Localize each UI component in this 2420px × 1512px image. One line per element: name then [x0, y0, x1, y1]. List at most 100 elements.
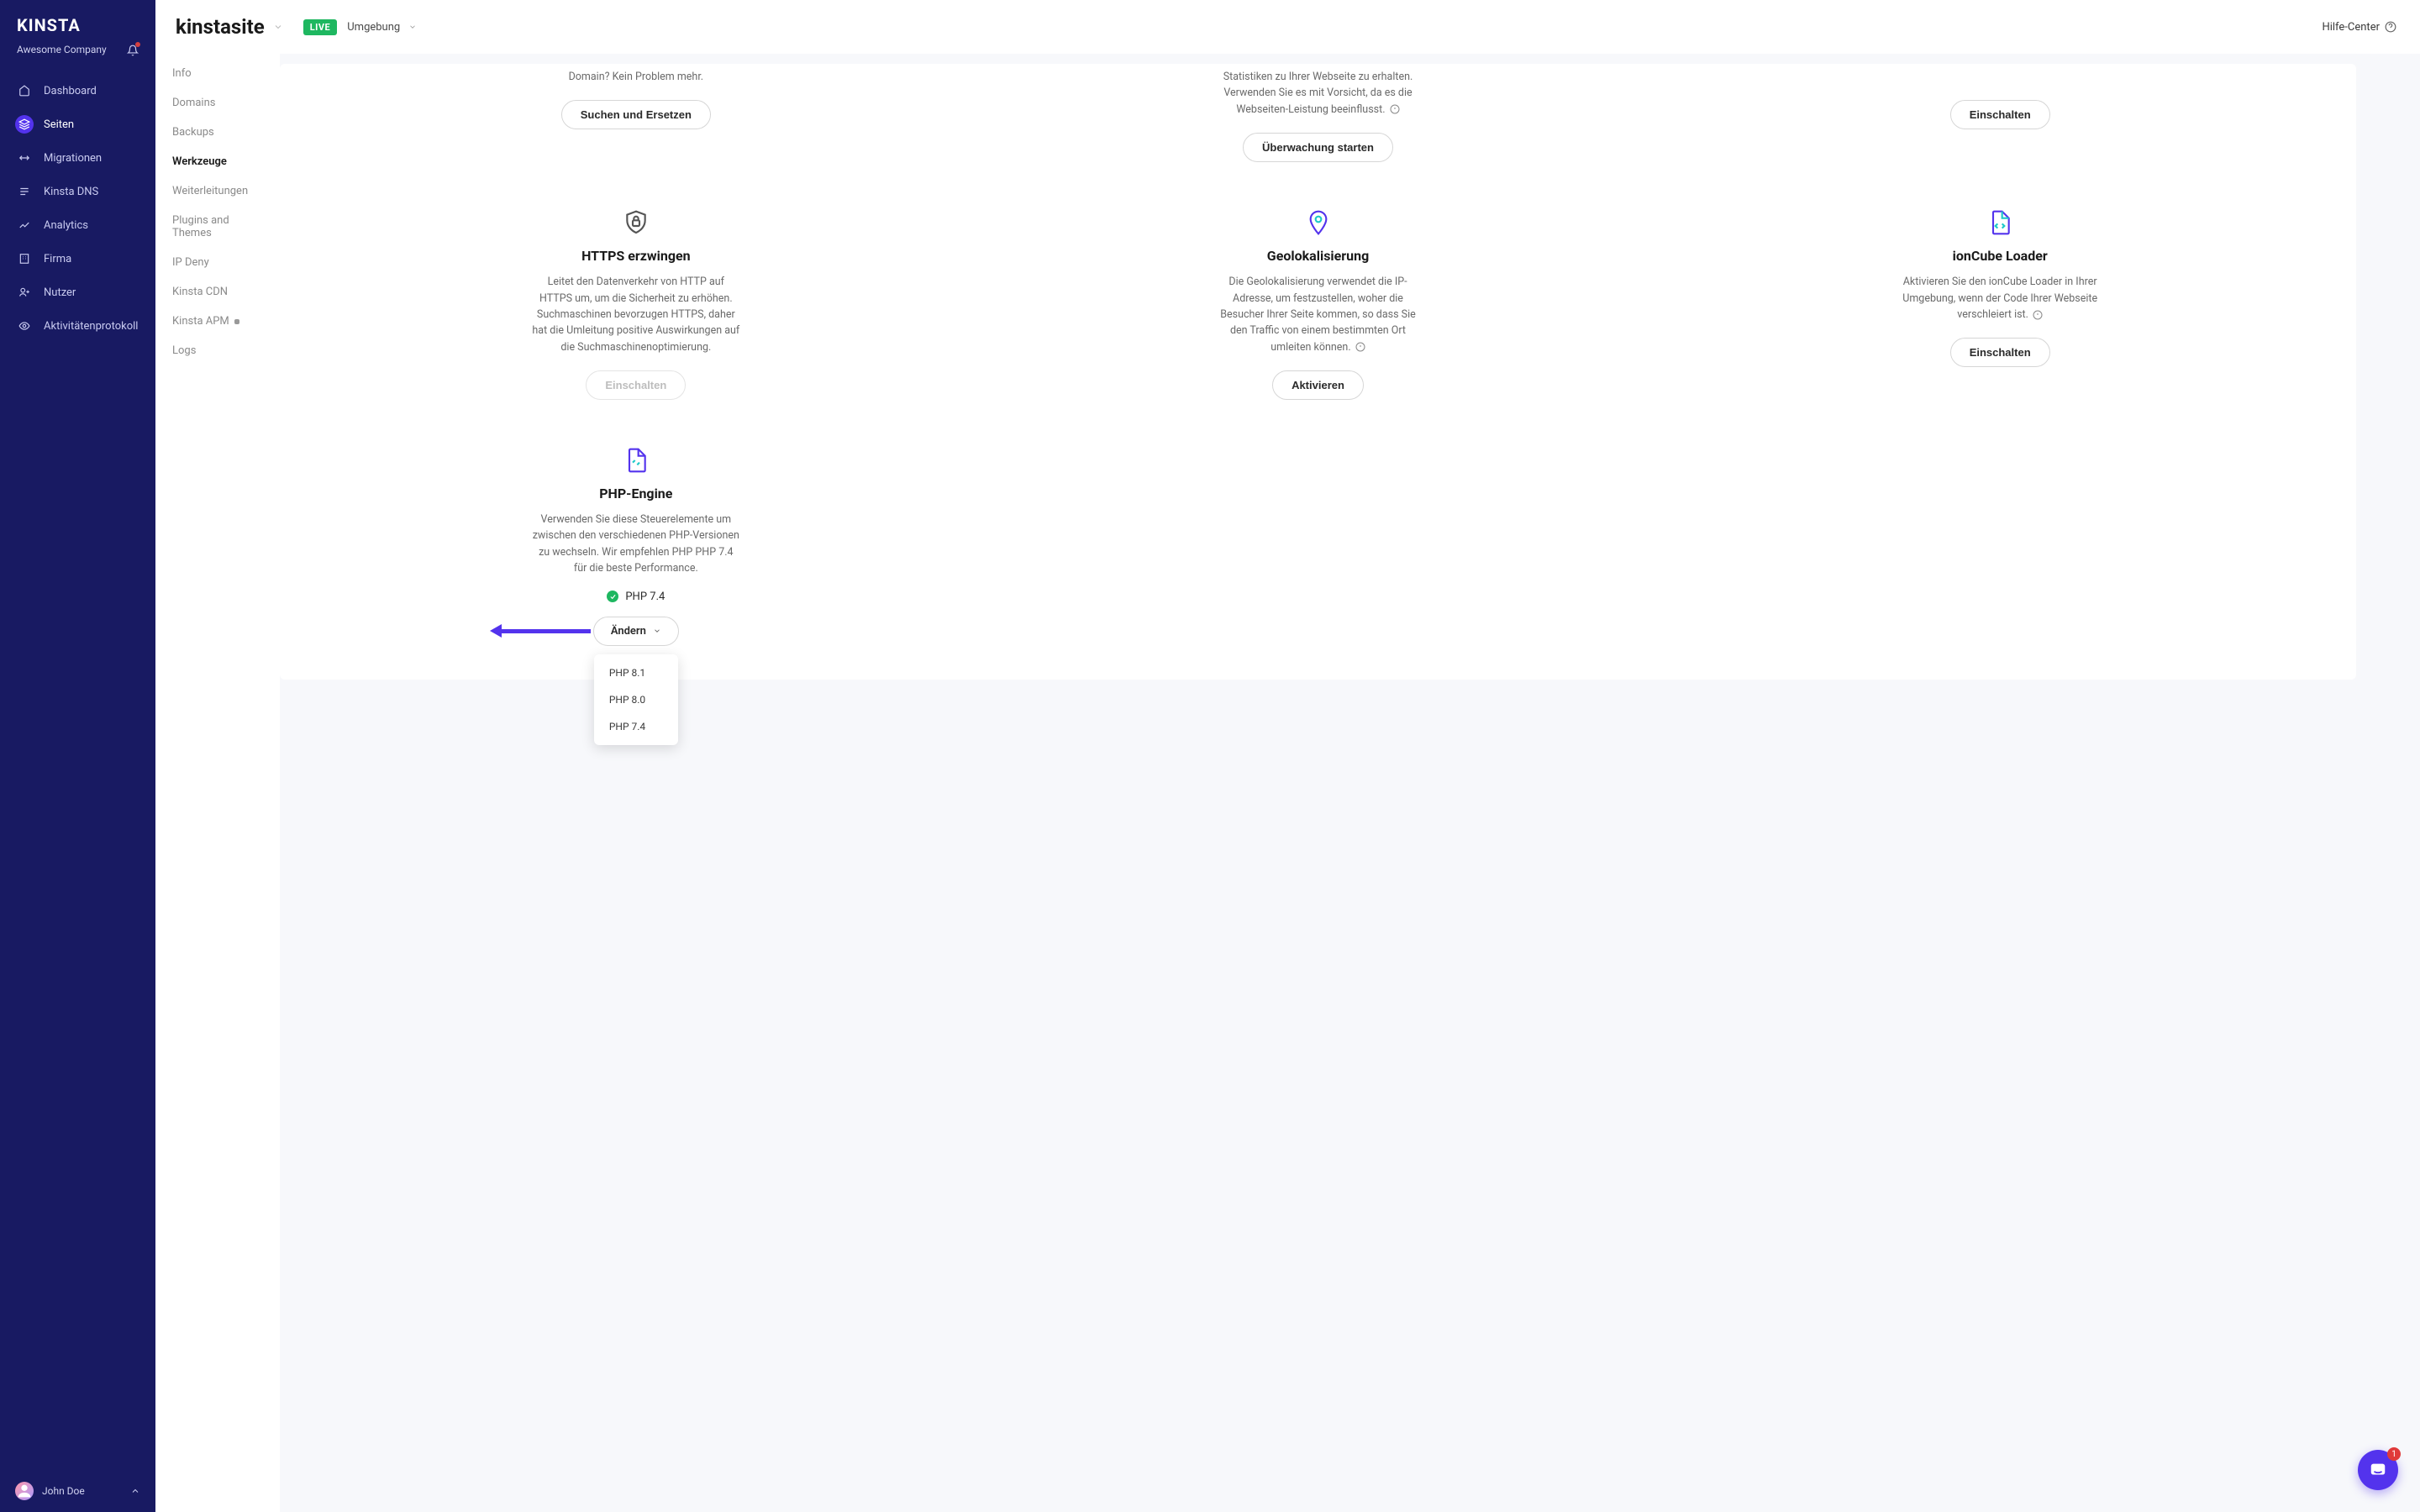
- notification-dot: [135, 42, 140, 47]
- card-title: HTTPS erzwingen: [581, 248, 691, 264]
- site-title[interactable]: kinstasite: [176, 15, 265, 39]
- card-description: Statistiken zu Ihrer Webseite zu erhalte…: [1213, 69, 1423, 118]
- help-icon: [2385, 21, 2396, 33]
- force-https-button: Einschalten: [586, 370, 686, 400]
- nav-dashboard[interactable]: Dashboard: [0, 74, 155, 108]
- change-php-button[interactable]: Ändern PHP 8.1 PHP 8.0 PHP 7.4: [593, 617, 679, 646]
- user-plus-icon: [18, 286, 30, 298]
- subnav-plugins[interactable]: Plugins and Themes: [155, 206, 280, 248]
- card-description: Leitet den Datenverkehr von HTTP auf HTT…: [531, 274, 741, 355]
- help-icon[interactable]: [1390, 104, 1400, 114]
- intercom-chat-button[interactable]: 1: [2358, 1450, 2398, 1490]
- subnav-tools[interactable]: Werkzeuge: [155, 147, 280, 176]
- map-pin-icon: [1305, 209, 1332, 236]
- nav-dns[interactable]: Kinsta DNS: [0, 175, 155, 208]
- php-option-81[interactable]: PHP 8.1: [594, 659, 678, 686]
- nav-company[interactable]: Firma: [0, 242, 155, 276]
- subnav-info[interactable]: Info: [155, 59, 280, 88]
- building-icon: [18, 253, 30, 265]
- help-icon[interactable]: [2033, 310, 2043, 320]
- primary-sidebar: KINSTA Awesome Company Dashboard Seiten …: [0, 0, 155, 1512]
- nav-analytics[interactable]: Analytics: [0, 208, 155, 242]
- card-description: Die Geolokalisierung verwendet die IP-Ad…: [1213, 274, 1423, 355]
- nav-label: Kinsta DNS: [44, 186, 98, 198]
- tool-card-geo: Geolokalisierung Die Geolokalisierung ve…: [1001, 209, 1636, 400]
- change-label: Ändern: [611, 625, 646, 638]
- nav-migrations[interactable]: Migrationen: [0, 141, 155, 175]
- php-current-version: PHP 7.4: [607, 591, 665, 603]
- chevron-up-icon: [130, 1486, 140, 1496]
- live-badge: LIVE: [303, 19, 338, 35]
- card-description: Verwenden Sie diese Steuerelemente um zw…: [531, 512, 741, 577]
- help-center-label: Hilfe-Center: [2322, 21, 2380, 34]
- home-icon: [18, 85, 30, 97]
- subnav-backups[interactable]: Backups: [155, 118, 280, 147]
- layers-icon: [18, 118, 30, 130]
- lock-shield-icon: [623, 209, 650, 236]
- nav-activity[interactable]: Aktivitätenprotokoll: [0, 309, 155, 343]
- subnav-redirects[interactable]: Weiterleitungen: [155, 176, 280, 206]
- arrows-icon: [18, 152, 30, 164]
- notification-bell-icon[interactable]: [127, 44, 139, 55]
- subnav-domains[interactable]: Domains: [155, 88, 280, 118]
- tool-card-https: HTTPS erzwingen Leitet den Datenverkehr …: [318, 209, 954, 400]
- card-title: Geolokalisierung: [1267, 248, 1369, 264]
- nav-label: Analytics: [44, 219, 88, 232]
- tool-card-generic: Einschalten: [1682, 69, 2317, 162]
- chat-badge: 1: [2387, 1447, 2401, 1461]
- php-version-dropdown: PHP 8.1 PHP 8.0 PHP 7.4: [594, 654, 678, 745]
- nav-label: Seiten: [44, 118, 74, 131]
- tool-card-search-replace: Domain? Kein Problem mehr. Suchen und Er…: [318, 69, 954, 162]
- nav-label: Migrationen: [44, 152, 102, 165]
- card-description: [1999, 69, 2002, 85]
- card-title: ionCube Loader: [1953, 248, 2048, 264]
- search-replace-button[interactable]: Suchen und Ersetzen: [561, 100, 711, 129]
- start-monitoring-button[interactable]: Überwachung starten: [1243, 133, 1393, 162]
- tool-card-php-engine: PHP-Engine Verwenden Sie diese Steuerele…: [318, 447, 954, 646]
- nav-label: Aktivitätenprotokoll: [44, 320, 138, 333]
- chat-icon: [2369, 1461, 2387, 1479]
- nav-users[interactable]: Nutzer: [0, 276, 155, 309]
- help-icon[interactable]: [1355, 342, 1365, 352]
- subnav-ipdeny[interactable]: IP Deny: [155, 248, 280, 277]
- page-header: kinstasite LIVE Umgebung Hilfe-Center: [155, 0, 2420, 54]
- apm-indicator-icon: [234, 319, 239, 324]
- card-description: Aktivieren Sie den ionCube Loader in Ihr…: [1895, 274, 2105, 323]
- nav-sites[interactable]: Seiten: [0, 108, 155, 141]
- eye-icon: [18, 320, 30, 332]
- site-subnav: Info Domains Backups Werkzeuge Weiterlei…: [155, 0, 280, 1512]
- chart-icon: [18, 219, 30, 231]
- user-name: John Doe: [42, 1485, 122, 1497]
- subnav-logs[interactable]: Logs: [155, 336, 280, 365]
- brand-logo: KINSTA: [17, 15, 139, 35]
- file-code-icon: [1986, 209, 2013, 236]
- chevron-down-icon: [653, 627, 661, 635]
- tool-card-ioncube: ionCube Loader Aktivieren Sie den ionCub…: [1682, 209, 2317, 400]
- activate-geo-button[interactable]: Aktivieren: [1272, 370, 1364, 400]
- help-center-link[interactable]: Hilfe-Center: [2322, 21, 2396, 34]
- chevron-down-icon[interactable]: [273, 22, 283, 32]
- php-file-icon: [623, 447, 650, 474]
- nav-label: Firma: [44, 253, 71, 265]
- environment-label[interactable]: Umgebung: [347, 21, 400, 34]
- nav-label: Nutzer: [44, 286, 76, 299]
- enable-button[interactable]: Einschalten: [1950, 100, 2050, 129]
- primary-nav: Dashboard Seiten Migrationen Kinsta DNS …: [0, 74, 155, 343]
- enable-ioncube-button[interactable]: Einschalten: [1950, 338, 2050, 367]
- subnav-apm[interactable]: Kinsta APM: [155, 307, 280, 336]
- user-menu[interactable]: John Doe: [0, 1470, 155, 1512]
- card-description: Domain? Kein Problem mehr.: [569, 69, 704, 85]
- nav-label: Dashboard: [44, 85, 97, 97]
- avatar: [15, 1482, 34, 1500]
- card-title: PHP-Engine: [599, 486, 672, 501]
- check-circle-icon: [607, 591, 618, 602]
- subnav-cdn[interactable]: Kinsta CDN: [155, 277, 280, 307]
- php-option-80[interactable]: PHP 8.0: [594, 686, 678, 713]
- dns-icon: [18, 186, 30, 197]
- chevron-down-icon[interactable]: [408, 23, 417, 31]
- php-option-74[interactable]: PHP 7.4: [594, 713, 678, 740]
- php-version-label: PHP 7.4: [625, 591, 665, 603]
- company-name[interactable]: Awesome Company: [17, 44, 107, 55]
- tools-panel: Domain? Kein Problem mehr. Suchen und Er…: [280, 64, 2356, 680]
- tool-card-monitoring: Statistiken zu Ihrer Webseite zu erhalte…: [1001, 69, 1636, 162]
